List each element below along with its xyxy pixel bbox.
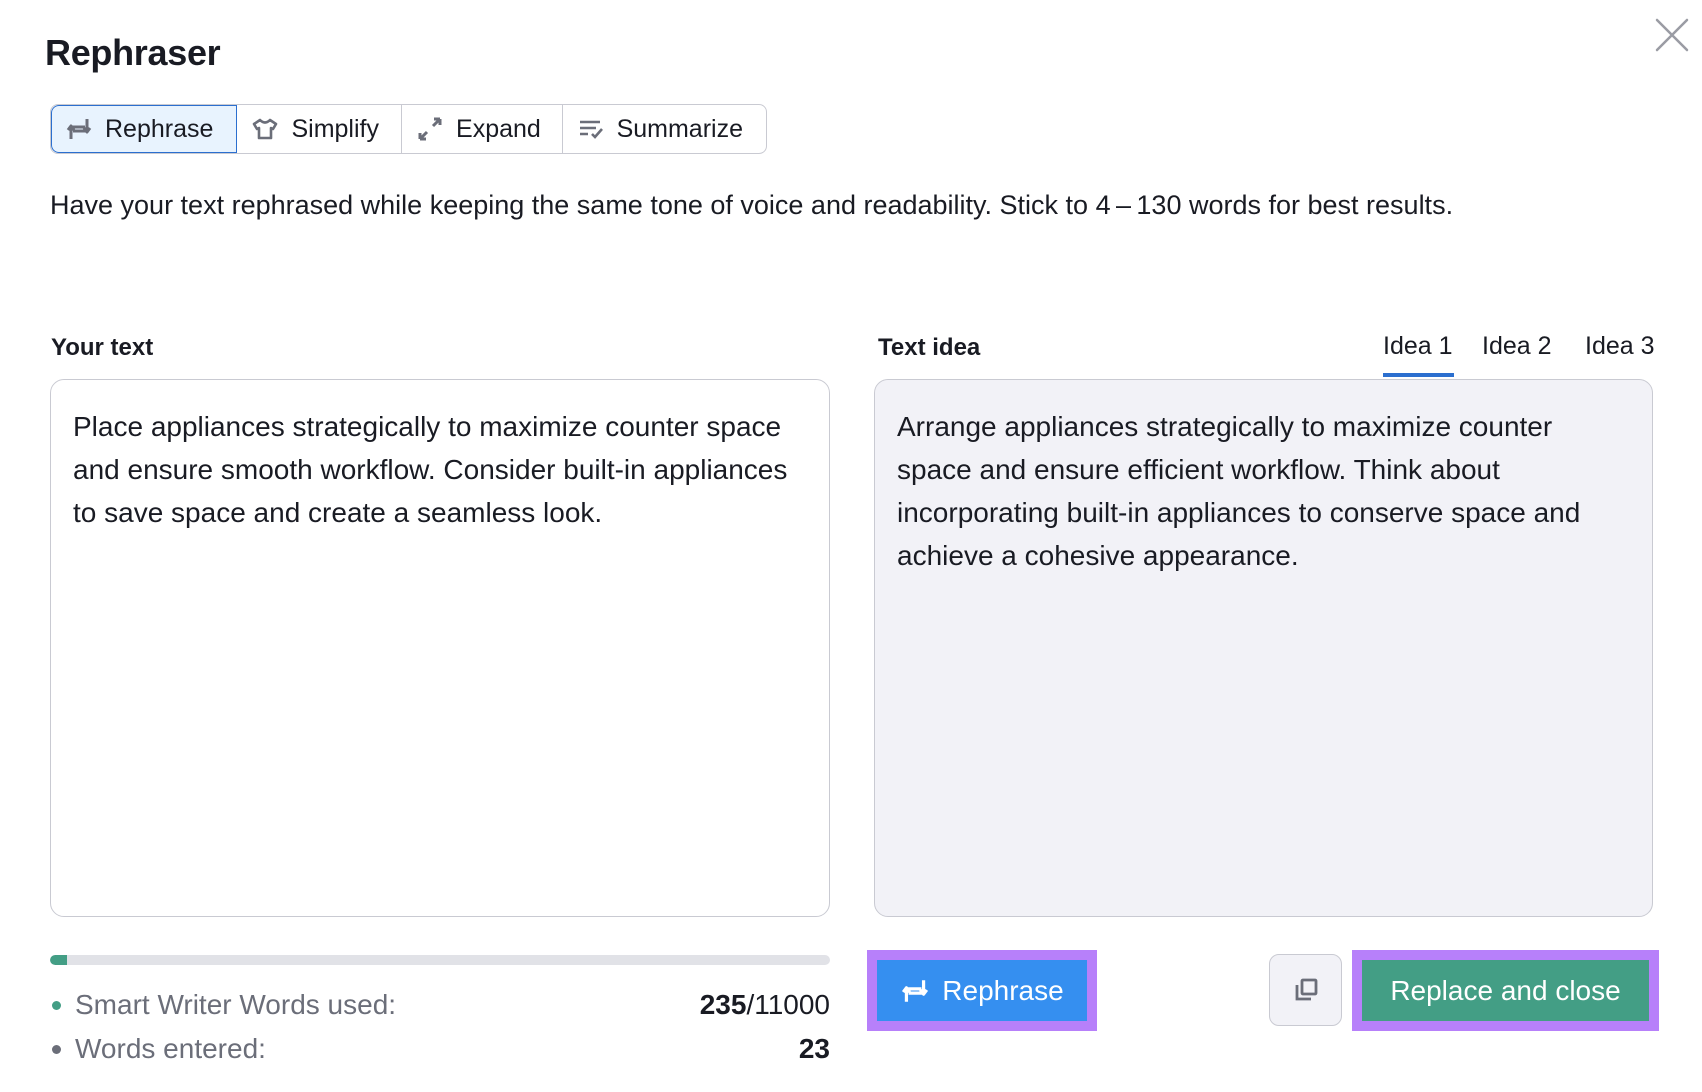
tab-rephrase[interactable]: Rephrase: [51, 105, 238, 153]
description: Have your text rephrased while keeping t…: [50, 190, 1454, 220]
gray-bullet-icon: [52, 1044, 61, 1054]
mode-tabs: Rephrase Simplify Expand Summarize: [50, 104, 767, 154]
text-idea-label: Text idea: [878, 334, 981, 361]
tab-label: Summarize: [616, 114, 743, 143]
tab-label: Simplify: [291, 114, 379, 143]
expand-icon: [418, 117, 442, 141]
green-bullet-icon: [52, 1000, 61, 1010]
words-used-value: 235: [699, 989, 747, 1020]
your-text-label: Your text: [51, 334, 154, 361]
replace-and-close-button[interactable]: Replace and close: [1362, 960, 1649, 1021]
progress-fill: [50, 955, 67, 965]
words-used-total: /11000: [746, 989, 830, 1020]
rephrase-button[interactable]: Rephrase: [877, 960, 1087, 1021]
rephrase-icon: [66, 119, 92, 139]
words-usage-progress: [50, 955, 830, 965]
close-button[interactable]: [1655, 18, 1689, 52]
your-text-input[interactable]: Place appliances strategically to maximi…: [50, 379, 830, 917]
tab-simplify[interactable]: Simplify: [237, 105, 403, 153]
copy-button[interactable]: [1269, 954, 1342, 1026]
tab-summarize[interactable]: Summarize: [563, 105, 766, 153]
tab-idea-2[interactable]: Idea 2: [1482, 332, 1552, 361]
words-entered-label: Words entered:: [75, 1033, 266, 1064]
words-used-label: Smart Writer Words used:: [75, 989, 397, 1020]
summarize-icon: [579, 120, 603, 139]
replace-button-label: Replace and close: [1390, 974, 1621, 1006]
tab-label: Rephrase: [105, 114, 214, 143]
tab-idea-1[interactable]: Idea 1: [1383, 332, 1453, 361]
tab-label: Expand: [456, 114, 541, 143]
rephrase-icon: [902, 979, 929, 1002]
close-icon: [1655, 18, 1689, 52]
tab-idea-3[interactable]: Idea 3: [1585, 332, 1655, 361]
shirt-icon: [253, 118, 278, 140]
words-entered-stat: Words entered: 23: [50, 1031, 830, 1067]
active-tab-indicator: [1383, 373, 1454, 377]
page-title: Rephraser: [45, 32, 221, 73]
rephrase-button-label: Rephrase: [942, 974, 1064, 1006]
words-used-stat: Smart Writer Words used: 235/11000: [50, 987, 830, 1023]
copy-icon: [1295, 978, 1317, 1001]
text-idea-output: Arrange appliances strategically to maxi…: [874, 379, 1653, 917]
tab-expand[interactable]: Expand: [402, 105, 563, 153]
words-entered-value: 23: [798, 1033, 830, 1064]
